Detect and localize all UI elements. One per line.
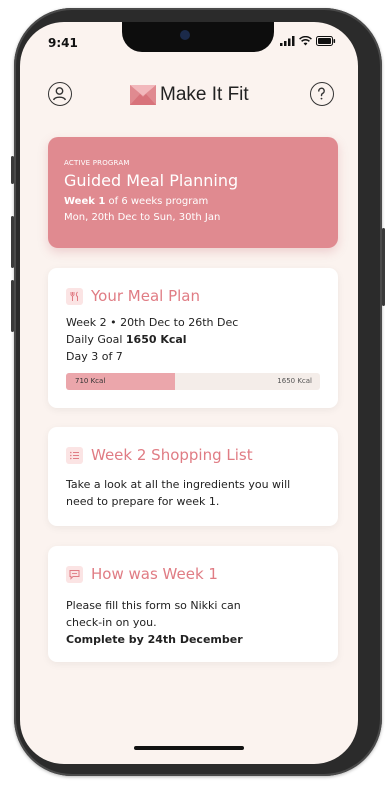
feedback-line-2: check-in on you. <box>66 616 157 629</box>
calorie-target: 1650 Kcal <box>277 377 312 385</box>
meal-plan-title: Your Meal Plan <box>91 287 200 305</box>
active-program-card[interactable]: ACTIVE PROGRAM Guided Meal Planning Week… <box>48 137 338 248</box>
week-feedback-header: How was Week 1 <box>66 565 218 583</box>
goal-prefix: Daily Goal <box>66 333 126 346</box>
week-feedback-title: How was Week 1 <box>91 565 218 583</box>
shopping-list-header: Week 2 Shopping List <box>66 446 253 464</box>
goal-value: 1650 Kcal <box>125 333 187 346</box>
program-week: Week 1 of 6 weeks program <box>64 196 208 207</box>
brand-name: Make It Fit <box>160 84 249 105</box>
volume-down-button <box>11 280 14 332</box>
meal-plan-header: Your Meal Plan <box>66 287 200 305</box>
status-icons <box>280 36 336 46</box>
list-icon <box>66 446 83 464</box>
brand: Make It Fit <box>130 80 249 110</box>
notch <box>122 22 274 52</box>
cutlery-icon <box>66 287 83 305</box>
status-time: 9:41 <box>48 36 78 50</box>
battery-icon <box>316 36 336 46</box>
brand-logo-icon <box>130 85 156 105</box>
shopping-line-1: Take a look at all the ingredients you w… <box>66 478 291 491</box>
app-screen: 9:41 Make It Fit ACTIVE PROGRAM Guided M… <box>20 22 358 764</box>
feedback-deadline: Complete by 24th December <box>66 633 243 646</box>
program-week-rest: of 6 weeks program <box>105 196 209 207</box>
calorie-progress-bar: 710 Kcal 1650 Kcal <box>66 373 320 390</box>
week-feedback-card[interactable]: How was Week 1 Please fill this form so … <box>48 546 338 662</box>
feedback-line-1: Please fill this form so Nikki can <box>66 599 241 612</box>
program-tag: ACTIVE PROGRAM <box>64 159 130 167</box>
volume-up-button <box>11 216 14 268</box>
meal-plan-day: Day 3 of 7 <box>66 350 123 363</box>
camera-dot <box>180 30 190 40</box>
meal-plan-goal: Daily Goal 1650 Kcal <box>66 333 187 346</box>
shopping-list-card[interactable]: Week 2 Shopping List Take a look at all … <box>48 427 338 526</box>
message-icon <box>66 565 83 583</box>
user-icon[interactable] <box>48 82 72 106</box>
shopping-list-title: Week 2 Shopping List <box>91 446 253 464</box>
mute-switch <box>11 156 14 184</box>
app-header: Make It Fit <box>20 80 358 110</box>
calorie-current: 710 Kcal <box>75 377 106 385</box>
program-dates: Mon, 20th Dec to Sun, 30th Jan <box>64 212 221 223</box>
shopping-line-2: need to prepare for week 1. <box>66 495 220 508</box>
home-indicator[interactable] <box>134 746 244 750</box>
signal-icon <box>280 36 295 46</box>
help-icon[interactable] <box>310 82 334 106</box>
program-title: Guided Meal Planning <box>64 171 239 190</box>
meal-plan-card[interactable]: Your Meal Plan Week 2 • 20th Dec to 26th… <box>48 268 338 408</box>
wifi-icon <box>299 36 312 46</box>
feedback-deadline-text: Complete by 24th December <box>66 633 243 646</box>
meal-plan-week: Week 2 • 20th Dec to 26th Dec <box>66 316 239 329</box>
program-week-current: Week 1 <box>64 196 106 207</box>
